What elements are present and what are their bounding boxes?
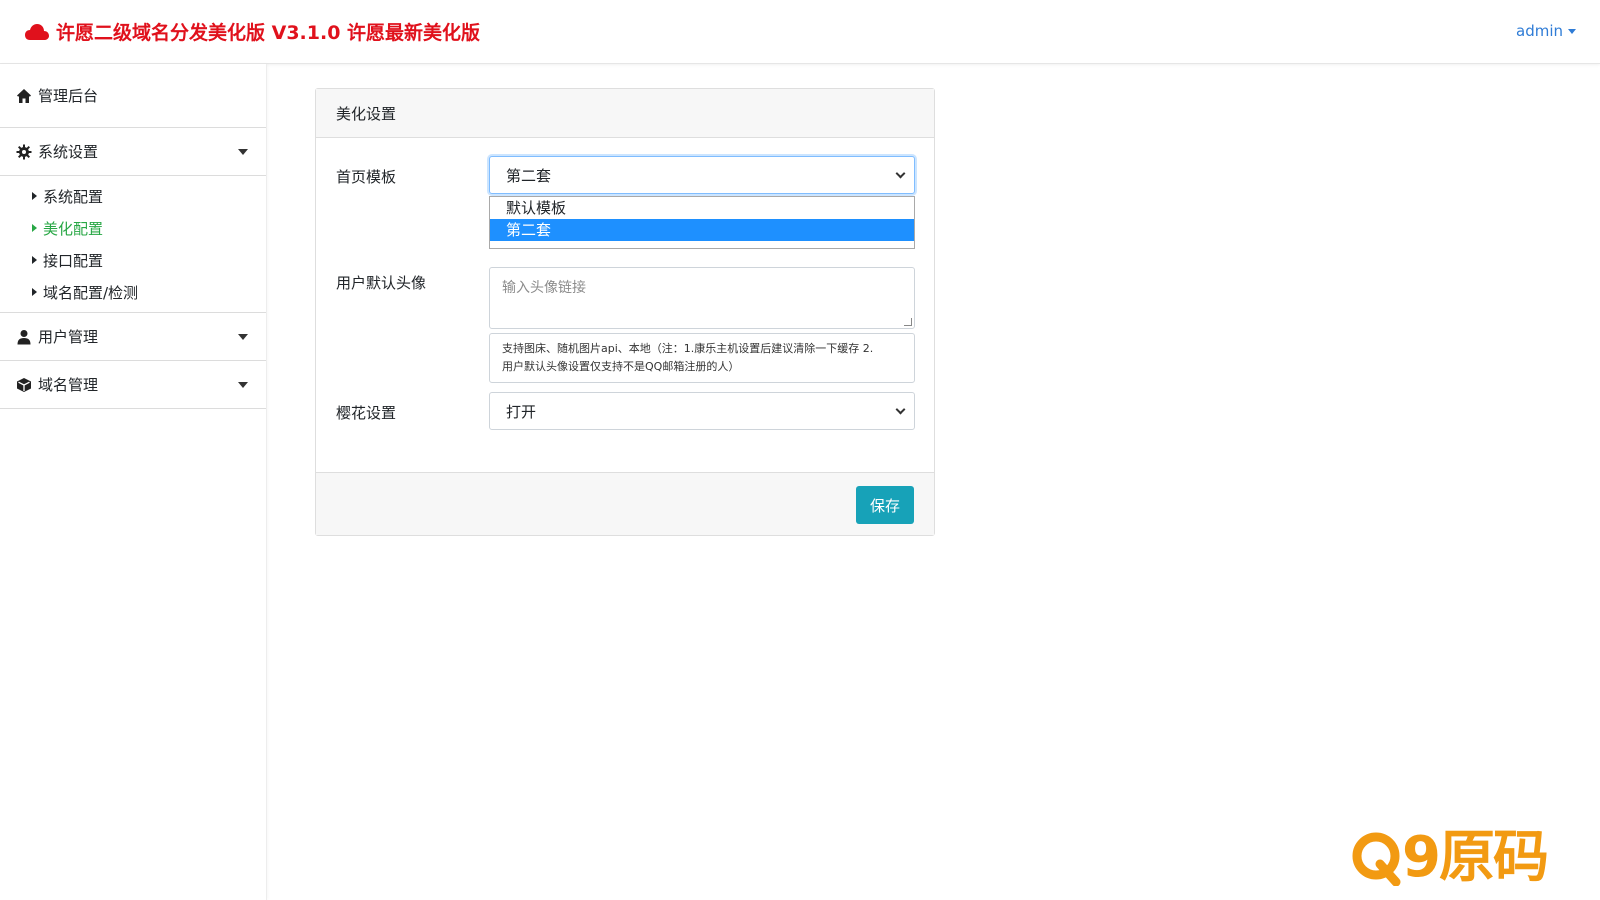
q-logo-icon bbox=[1352, 832, 1401, 886]
sakura-select[interactable]: 打开 bbox=[489, 392, 915, 430]
triangle-right-icon bbox=[32, 224, 37, 232]
chevron-down-icon bbox=[238, 334, 248, 340]
template-dropdown-list: 默认模板 第二套 bbox=[489, 196, 915, 249]
sidebar: 管理后台 系统设置 系统配置 美化配置 接口配置 域名配置/检测 用户管理 域名… bbox=[0, 64, 267, 900]
triangle-right-icon bbox=[32, 288, 37, 296]
sidebar-item-label: 管理后台 bbox=[38, 87, 99, 105]
avatar-url-input[interactable]: 输入头像链接 bbox=[489, 267, 915, 329]
template-option[interactable]: 第二套 bbox=[490, 219, 914, 241]
card-footer: 保存 bbox=[316, 472, 934, 535]
sakura-select-value: 打开 bbox=[506, 402, 537, 421]
sidebar-group-label: 域名管理 bbox=[38, 376, 99, 394]
caret-down-icon bbox=[1568, 28, 1576, 34]
sidebar-item-label: 接口配置 bbox=[43, 251, 104, 270]
cube-icon bbox=[17, 377, 31, 392]
app-title: 许愿二级域名分发美化版 V3.1.0 许愿最新美化版 bbox=[56, 22, 481, 44]
template-select[interactable]: 第二套 bbox=[489, 156, 915, 194]
user-dropdown[interactable]: admin bbox=[1516, 22, 1576, 40]
sidebar-item-system-config[interactable]: 系统配置 bbox=[0, 180, 266, 212]
card-header: 美化设置 bbox=[316, 89, 934, 138]
avatar-label: 用户默认头像 bbox=[336, 274, 427, 292]
home-icon bbox=[17, 88, 31, 103]
help-line: 用户默认头像设置仅支持不是QQ邮箱注册的人） bbox=[502, 360, 740, 373]
sidebar-group-label: 系统设置 bbox=[38, 143, 99, 161]
avatar-help-text: 支持图床、随机图片api、本地（注：1.康乐主机设置后建议清除一下缓存 2. 用… bbox=[489, 333, 915, 383]
gear-icon bbox=[16, 144, 32, 159]
sidebar-item-label: 域名配置/检测 bbox=[43, 283, 139, 302]
sidebar-group-domains[interactable]: 域名管理 bbox=[0, 361, 266, 409]
sidebar-item-home[interactable]: 管理后台 bbox=[0, 64, 266, 128]
template-option[interactable]: 默认模板 bbox=[490, 197, 914, 219]
template-select-value: 第二套 bbox=[506, 166, 552, 185]
cloud-icon bbox=[25, 23, 49, 40]
resize-handle-icon[interactable] bbox=[904, 318, 912, 326]
save-button[interactable]: 保存 bbox=[856, 486, 914, 524]
chevron-down-icon bbox=[895, 168, 906, 179]
top-navbar: 许愿二级域名分发美化版 V3.1.0 许愿最新美化版 admin bbox=[0, 0, 1600, 64]
triangle-right-icon bbox=[32, 192, 37, 200]
user-icon bbox=[17, 329, 31, 344]
sidebar-group-system[interactable]: 系统设置 bbox=[0, 128, 266, 176]
sidebar-item-beautify-config[interactable]: 美化配置 bbox=[0, 212, 266, 244]
sidebar-item-domain-config[interactable]: 域名配置/检测 bbox=[0, 276, 266, 308]
watermark-logo: 9原码 bbox=[1352, 825, 1549, 890]
sidebar-sublist-system: 系统配置 美化配置 接口配置 域名配置/检测 bbox=[0, 176, 266, 313]
chevron-down-icon bbox=[238, 382, 248, 388]
chevron-down-icon bbox=[238, 149, 248, 155]
template-label: 首页模板 bbox=[336, 168, 397, 186]
chevron-down-icon bbox=[895, 404, 906, 415]
card-title: 美化设置 bbox=[336, 104, 397, 123]
sidebar-item-label: 美化配置 bbox=[43, 219, 104, 238]
user-name: admin bbox=[1516, 22, 1563, 40]
watermark-text: 9原码 bbox=[1402, 825, 1549, 890]
sidebar-group-label: 用户管理 bbox=[38, 328, 99, 346]
sidebar-item-api-config[interactable]: 接口配置 bbox=[0, 244, 266, 276]
sidebar-group-users[interactable]: 用户管理 bbox=[0, 313, 266, 361]
triangle-right-icon bbox=[32, 256, 37, 264]
brand[interactable]: 许愿二级域名分发美化版 V3.1.0 许愿最新美化版 bbox=[24, 18, 480, 45]
sidebar-item-label: 系统配置 bbox=[43, 187, 104, 206]
sakura-label: 樱花设置 bbox=[336, 404, 397, 422]
beautify-settings-card: 美化设置 首页模板 第二套 默认模板 第二套 用户默认头像 输入头像链接 支持图… bbox=[315, 88, 935, 536]
help-line: 支持图床、随机图片api、本地（注：1.康乐主机设置后建议清除一下缓存 2. bbox=[502, 342, 874, 355]
avatar-url-placeholder: 输入头像链接 bbox=[502, 280, 586, 296]
